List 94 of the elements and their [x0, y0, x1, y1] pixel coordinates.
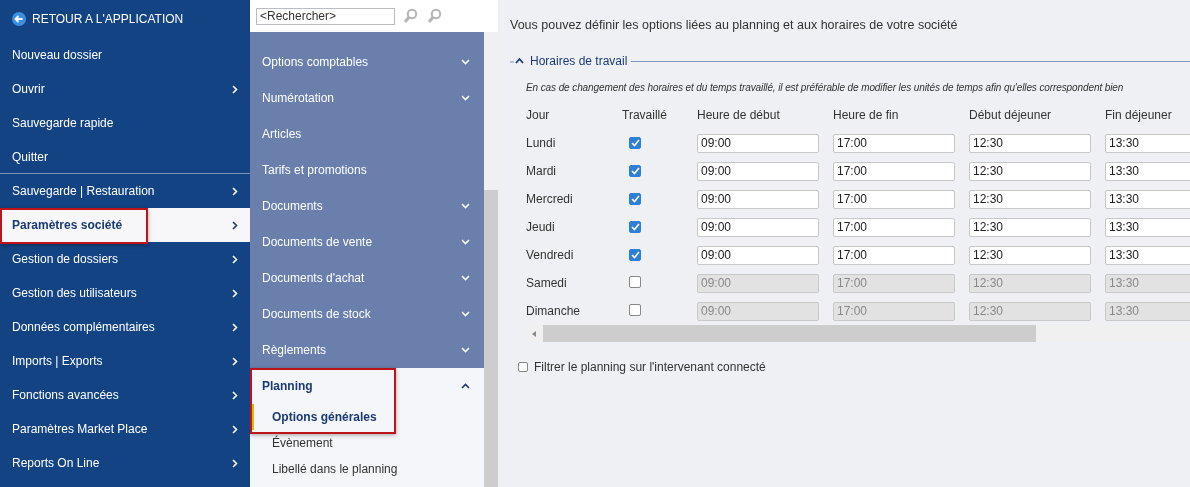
time-field[interactable]: 12:30 — [969, 245, 1091, 265]
chevron-down-icon — [461, 95, 470, 101]
day-label: Samedi — [526, 276, 568, 290]
menu-item[interactable]: Ouvrir — [0, 72, 250, 106]
chevron-down-icon — [461, 239, 470, 245]
time-field[interactable]: 09:00 — [697, 161, 819, 181]
chevron-up-icon — [461, 383, 470, 389]
chevron-right-icon — [232, 424, 238, 434]
collapse-icon[interactable] — [510, 57, 526, 65]
search-icon[interactable] — [403, 8, 419, 24]
menu-item[interactable]: Gestion des utilisateurs — [0, 276, 250, 310]
chevron-down-icon — [461, 203, 470, 209]
settings-item[interactable]: Tarifs et promotions — [250, 152, 484, 188]
checkbox[interactable] — [629, 137, 641, 149]
back-link[interactable]: RETOUR A L'APPLICATION — [0, 0, 250, 38]
checkbox[interactable] — [629, 275, 641, 288]
column-header: Heure de début — [697, 108, 781, 122]
chevron-right-icon — [232, 220, 238, 230]
settings-item[interactable]: Documents d'achat — [250, 260, 484, 296]
column-header: Jour — [526, 108, 551, 122]
checkbox[interactable] — [518, 362, 528, 372]
menu-item[interactable]: Nouveau dossier — [0, 38, 250, 72]
column-header: Fin déjeuner — [1105, 108, 1173, 122]
day-label: Vendredi — [526, 248, 575, 262]
checkbox[interactable] — [629, 221, 641, 233]
time-field[interactable]: 12:30 — [969, 161, 1091, 181]
menu-item[interactable]: Imports | Exports — [0, 344, 250, 378]
checkbox[interactable] — [629, 165, 641, 177]
day-label: Lundi — [526, 136, 557, 150]
time-field[interactable]: 17:00 — [833, 245, 955, 265]
settings-item[interactable]: Documents de vente — [250, 224, 484, 260]
time-field[interactable]: 13:30 — [1105, 133, 1190, 153]
chevron-down-icon — [461, 59, 470, 65]
settings-item[interactable]: Documents — [250, 188, 484, 224]
column-header: Début déjeuner — [969, 108, 1053, 122]
chevron-right-icon — [232, 288, 238, 298]
time-field[interactable]: 17:00 — [833, 133, 955, 153]
chevron-right-icon — [232, 84, 238, 94]
intro-text: Vous pouvez définir les options liées au planning et aux horaires de votre société — [510, 18, 959, 32]
chevron-down-icon — [461, 275, 470, 281]
time-field[interactable]: 13:30 — [1105, 245, 1190, 265]
section-title: Horaires de travail — [530, 54, 628, 68]
day-label: Mercredi — [526, 192, 574, 206]
time-field[interactable]: 12:30 — [969, 217, 1091, 237]
time-field[interactable]: 17:00 — [833, 189, 955, 209]
chevron-right-icon — [232, 390, 238, 400]
menu-item[interactable]: Sauvegarde | Restauration — [0, 174, 250, 208]
scrollbar[interactable] — [526, 325, 1190, 342]
scrollbar[interactable] — [484, 32, 498, 487]
menu-item[interactable]: Paramètres Market Place — [0, 412, 250, 446]
time-field[interactable]: 13:30 — [1105, 161, 1190, 181]
settings-subitem[interactable]: Évènement — [250, 430, 484, 456]
time-field[interactable]: 09:00 — [697, 245, 819, 265]
menu-item[interactable]: Fonctions avancées — [0, 378, 250, 412]
day-label: Jeudi — [526, 220, 556, 234]
time-field[interactable]: 12:30 — [969, 189, 1091, 209]
chevron-right-icon — [232, 356, 238, 366]
settings-item[interactable]: Options comptables — [250, 44, 484, 80]
note-text: En cas de changement des horaires et du temps travaillé, il est préférable de modifier les unités de temps afin qu'elles correspondent bien — [526, 82, 1125, 93]
time-field[interactable]: 09:00 — [697, 217, 819, 237]
chevron-right-icon — [232, 322, 238, 332]
column-header: Heure de fin — [833, 108, 900, 122]
day-label: Dimanche — [526, 304, 582, 318]
column-header: Travaillé — [622, 108, 668, 122]
time-field[interactable]: 17:00 — [833, 217, 955, 237]
checkbox[interactable] — [629, 303, 641, 316]
time-field[interactable]: 09:00 — [697, 189, 819, 209]
settings-item[interactable]: Règlements — [250, 332, 484, 368]
settings-item[interactable]: Articles — [250, 116, 484, 152]
menu-item[interactable]: Reports On Line — [0, 446, 250, 480]
settings-subitem[interactable]: Libellé dans le planning — [250, 456, 484, 482]
time-field[interactable]: 13:30 — [1105, 217, 1190, 237]
checkbox-label: Filtrer le planning sur l'intervenant connecté — [534, 360, 766, 374]
checkbox[interactable] — [629, 249, 641, 261]
chevron-down-icon — [461, 311, 470, 317]
time-field[interactable]: 12:30 — [969, 133, 1091, 153]
menu-item[interactable]: Gestion de dossiers — [0, 242, 250, 276]
chevron-right-icon — [232, 186, 238, 196]
checkbox[interactable] — [629, 193, 641, 205]
back-arrow-icon — [12, 12, 26, 26]
menu-item[interactable]: Paramètres société — [0, 208, 250, 242]
time-field[interactable]: 09:00 — [697, 133, 819, 153]
menu-item[interactable]: Données complémentaires — [0, 310, 250, 344]
time-field[interactable]: 13:30 — [1105, 189, 1190, 209]
search-icon[interactable] — [427, 8, 443, 24]
settings-item[interactable]: Documents de stock — [250, 296, 484, 332]
settings-item[interactable]: Numérotation — [250, 80, 484, 116]
chevron-right-icon — [232, 458, 238, 468]
day-label: Mardi — [526, 164, 557, 178]
time-field[interactable]: 17:00 — [833, 161, 955, 181]
chevron-down-icon — [461, 347, 470, 353]
search-field[interactable]: <Rechercher> — [256, 7, 395, 25]
menu-item[interactable]: Sauvegarde rapide — [0, 106, 250, 140]
chevron-right-icon — [232, 254, 238, 264]
